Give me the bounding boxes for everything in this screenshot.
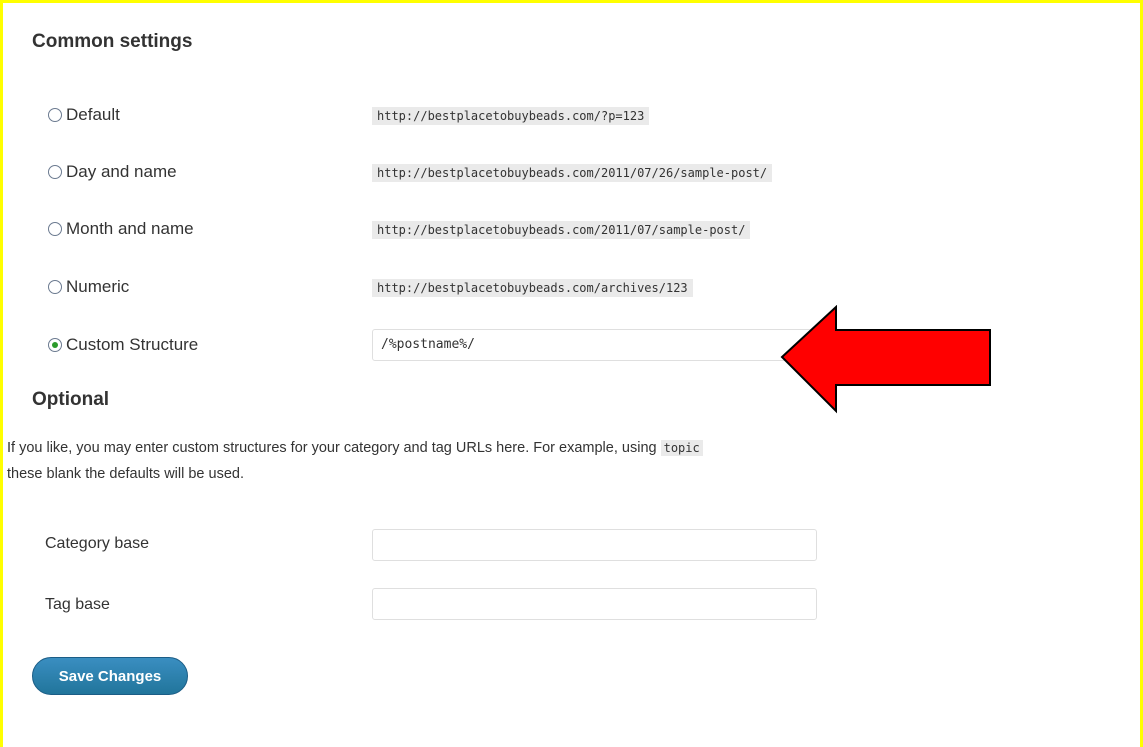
category-base-input[interactable] — [372, 529, 817, 561]
option-day-and-name-label: Day and name — [66, 162, 177, 181]
tag-base-input[interactable] — [372, 588, 817, 620]
tag-base-label: Tag base — [45, 596, 110, 613]
month-and-name-example-url: http://bestplacetobuybeads.com/2011/07/s… — [372, 221, 751, 239]
option-month-and-name-label: Month and name — [66, 219, 194, 238]
save-changes-button[interactable]: Save Changes — [32, 657, 188, 695]
common-settings-heading: Common settings — [32, 31, 193, 52]
option-default-label: Default — [66, 105, 120, 124]
optional-description: If you like, you may enter custom struct… — [7, 437, 917, 459]
numeric-radio[interactable] — [48, 280, 62, 294]
option-default[interactable]: Default — [48, 105, 120, 125]
day-and-name-example-url: http://bestplacetobuybeads.com/2011/07/2… — [372, 164, 773, 182]
month-and-name-radio[interactable] — [48, 222, 62, 236]
optional-description-line1: If you like, you may enter custom struct… — [7, 440, 661, 456]
option-month-and-name[interactable]: Month and name — [48, 219, 194, 239]
category-base-label: Category base — [45, 535, 150, 552]
option-custom-structure-label: Custom Structure — [66, 335, 199, 354]
option-day-and-name[interactable]: Day and name — [48, 162, 177, 182]
option-custom-structure[interactable]: Custom Structure — [48, 335, 198, 355]
red-arrow-annotation — [780, 305, 991, 414]
optional-heading: Optional — [32, 389, 110, 410]
custom-structure-radio[interactable] — [48, 338, 62, 352]
default-radio[interactable] — [48, 108, 62, 122]
optional-description-code: topic — [660, 440, 703, 456]
option-numeric[interactable]: Numeric — [48, 277, 129, 297]
numeric-example-url: http://bestplacetobuybeads.com/archives/… — [372, 279, 693, 297]
optional-description-line2: these blank the defaults will be used. — [7, 466, 244, 482]
option-numeric-label: Numeric — [66, 277, 130, 296]
default-example-url: http://bestplacetobuybeads.com/?p=123 — [372, 107, 650, 125]
day-and-name-radio[interactable] — [48, 165, 62, 179]
custom-structure-input[interactable]: /%postname%/ — [372, 329, 812, 361]
